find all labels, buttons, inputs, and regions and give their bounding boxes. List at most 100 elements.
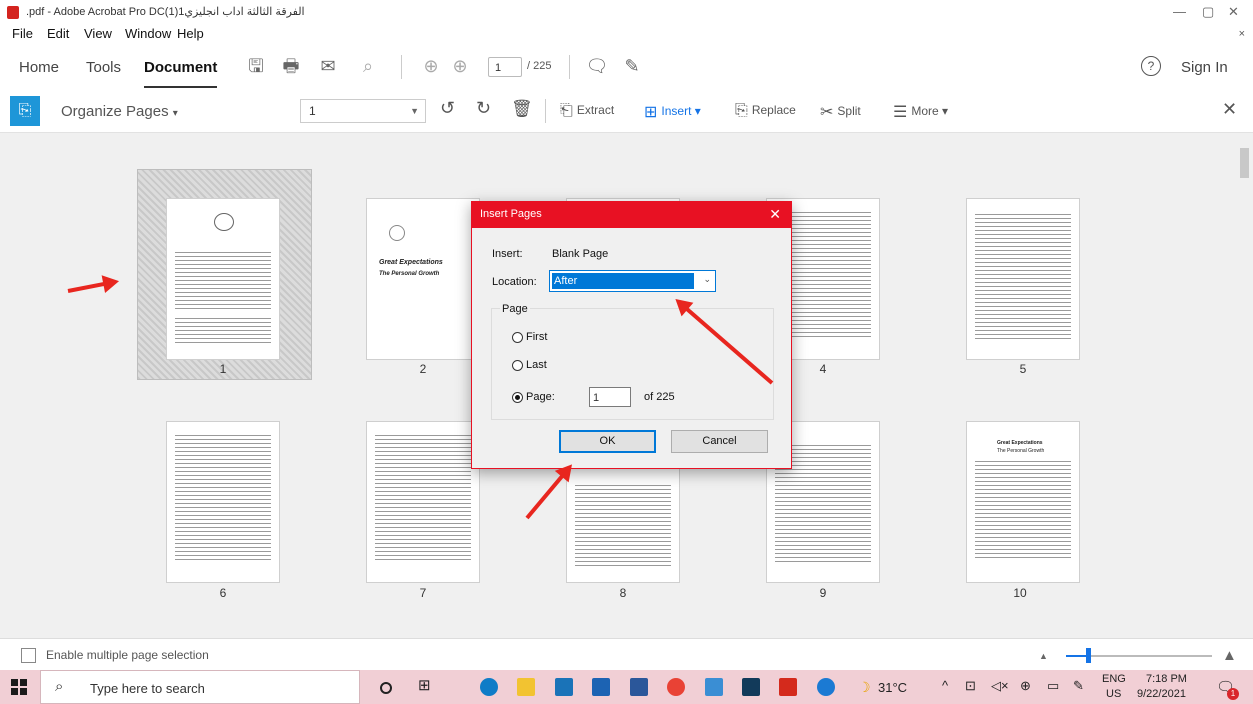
chevron-up-icon[interactable]: ^ (942, 678, 948, 693)
delete-icon[interactable]: 🗑 (511, 99, 533, 119)
page-number-input[interactable]: 1 (488, 57, 522, 77)
language-bottom[interactable]: US (1106, 688, 1121, 700)
document-close-icon[interactable]: × (1239, 28, 1245, 40)
menu-file[interactable]: File (12, 26, 33, 41)
help-icon[interactable]: ? (1141, 56, 1161, 76)
close-window-button[interactable]: ✕ (1228, 4, 1239, 20)
chevron-down-icon: ▼ (410, 106, 419, 116)
chrome-icon[interactable] (667, 678, 685, 696)
radio-first[interactable] (512, 332, 523, 343)
mail-icon[interactable] (592, 678, 610, 696)
dialog-close-button[interactable]: ✕ (769, 206, 781, 223)
text-lines (975, 211, 1071, 339)
radio-first-label[interactable]: First (526, 331, 547, 343)
insert-button[interactable]: ⊞ Insert ▾ (644, 102, 701, 122)
text-lines (375, 432, 471, 562)
multi-select-label[interactable]: Enable multiple page selection (46, 648, 209, 662)
page-number-label: 6 (219, 586, 227, 600)
cancel-button[interactable]: Cancel (671, 430, 768, 453)
radio-page-label[interactable]: Page: (526, 391, 555, 403)
store-icon[interactable] (555, 678, 573, 696)
page-thumbnail-1[interactable] (166, 198, 280, 360)
replace-icon: ⎘ (735, 102, 748, 119)
task-view-icon[interactable]: ⊞ (418, 676, 436, 694)
word-icon[interactable] (630, 678, 648, 696)
email-icon[interactable]: ✉ (316, 54, 340, 78)
page-number-label: 2 (419, 362, 427, 376)
sign-in-link[interactable]: Sign In (1181, 59, 1228, 76)
page-range-value: 1 (309, 104, 316, 118)
split-button[interactable]: ✂ Split (820, 102, 861, 122)
minimize-button[interactable]: — (1173, 4, 1186, 19)
comment-icon[interactable]: 🗨 (585, 54, 609, 78)
more-button[interactable]: ☰ More ▾ (893, 102, 948, 122)
find-icon[interactable]: ⌕ (356, 54, 380, 78)
zoom-out-icon[interactable]: ▲ (1039, 651, 1048, 661)
menu-view[interactable]: View (84, 26, 112, 41)
page-thumbnail-5[interactable] (966, 198, 1080, 360)
organize-pages-icon[interactable]: ⎘ (10, 96, 40, 126)
menu-help[interactable]: Help (177, 26, 204, 41)
taskbar-search[interactable]: ⌕ Type here to search (40, 670, 360, 704)
tab-document[interactable]: Document (144, 59, 218, 88)
page-number-label: 8 (619, 586, 627, 600)
previous-page-icon[interactable]: ⊕ (419, 54, 443, 78)
next-page-icon[interactable]: ⊕ (448, 54, 472, 78)
page-thumbnail-10[interactable]: Great Expectations The Personal Growth (966, 421, 1080, 583)
vertical-scrollbar[interactable] (1237, 133, 1253, 638)
tab-tools[interactable]: Tools (86, 59, 121, 76)
photos-icon[interactable] (705, 678, 723, 696)
zoom-in-icon[interactable]: ▲ (1222, 647, 1237, 664)
radio-last-label[interactable]: Last (526, 359, 547, 371)
page-thumbnail-2[interactable]: Great Expectations The Personal Growth (366, 198, 480, 360)
volume-icon[interactable]: ◁× (991, 678, 1009, 694)
page-range-select[interactable]: 1 ▼ (300, 99, 426, 123)
app-icon[interactable] (742, 678, 760, 696)
rotate-cw-icon[interactable]: ↻ (476, 98, 491, 119)
page-number-label: 4 (819, 362, 827, 376)
page-thumbnail-7[interactable] (366, 421, 480, 583)
radio-last[interactable] (512, 360, 523, 371)
weather-icon[interactable]: ☽ (858, 679, 871, 696)
menu-edit[interactable]: Edit (47, 26, 69, 41)
scrollbar-thumb[interactable] (1240, 148, 1249, 178)
extract-button[interactable]: ⎗ Extract (560, 102, 614, 120)
text-lines (175, 249, 271, 309)
tab-home[interactable]: Home (19, 59, 59, 76)
organize-pages-title[interactable]: Organize Pages ▾ (61, 103, 178, 120)
replace-button[interactable]: ⎘ Replace (735, 102, 796, 120)
seal-icon (389, 225, 405, 241)
page-number-field[interactable]: 1 (589, 387, 631, 407)
globe-icon[interactable]: ⊕ (1020, 678, 1031, 694)
sign-pen-icon[interactable]: ✎ (620, 54, 644, 78)
scissors-icon: ✂ (820, 104, 834, 121)
acrobat-icon[interactable] (779, 678, 797, 696)
clock-date[interactable]: 9/22/2021 (1137, 688, 1186, 700)
save-icon[interactable]: 🖫 (244, 54, 268, 78)
rotate-ccw-icon[interactable]: ↺ (440, 98, 455, 119)
menu-window[interactable]: Window (125, 26, 171, 41)
radio-page[interactable] (512, 392, 523, 403)
insert-pages-dialog: Insert Pages ✕ Insert: Blank Page Locati… (471, 201, 792, 469)
multi-select-checkbox[interactable] (21, 648, 36, 663)
weather-temp[interactable]: 31°C (878, 680, 907, 695)
print-icon[interactable]: 🖶 (279, 54, 303, 78)
clock-time[interactable]: 7:18 PM (1146, 673, 1187, 685)
page-thumbnail-6[interactable] (166, 421, 280, 583)
extract-icon: ⎗ (560, 102, 573, 119)
language-top[interactable]: ENG (1102, 673, 1126, 685)
separator (545, 99, 546, 123)
edge-icon[interactable] (480, 678, 498, 696)
maximize-button[interactable]: ▢ (1202, 4, 1214, 20)
battery-icon[interactable]: ▭ (1047, 678, 1059, 694)
file-explorer-icon[interactable] (517, 678, 535, 696)
help-app-icon[interactable] (817, 678, 835, 696)
ok-button[interactable]: OK (559, 430, 656, 453)
windows-start-icon[interactable] (11, 679, 27, 695)
zoom-slider-handle[interactable] (1086, 648, 1091, 663)
cortana-icon[interactable] (380, 682, 392, 694)
network-icon[interactable]: ⊡ (965, 678, 976, 694)
pen-icon[interactable]: ✎ (1073, 678, 1084, 694)
location-select[interactable]: After ⌄ (549, 270, 716, 292)
close-organize-button[interactable]: ✕ (1222, 99, 1237, 120)
